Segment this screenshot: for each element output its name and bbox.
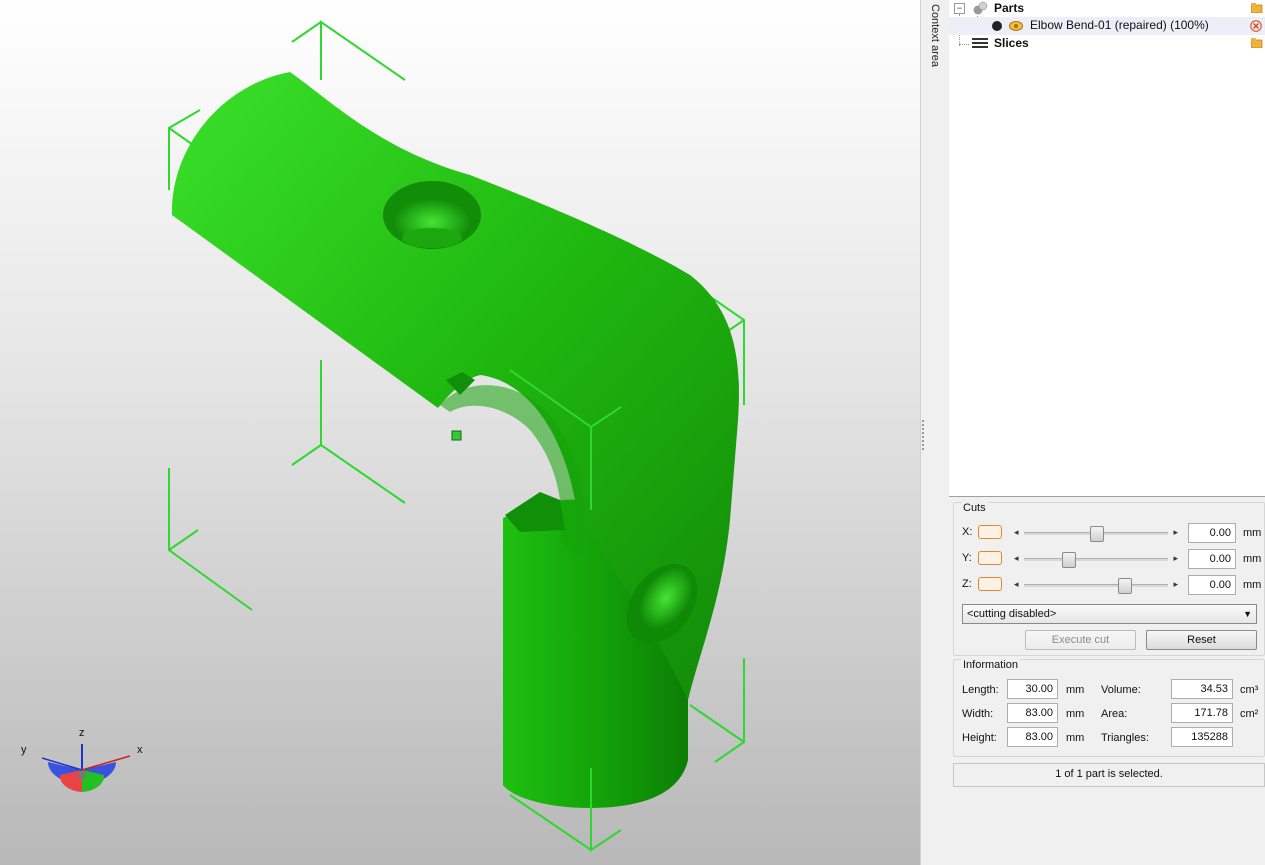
chevron-down-icon: ▼	[1243, 609, 1252, 619]
width-unit: mm	[1066, 708, 1085, 720]
cut-y-unit: mm	[1243, 553, 1262, 565]
cut-x-unit: mm	[1243, 527, 1262, 539]
cut-axis-label: X:	[962, 526, 973, 538]
area-unit: cm²	[1240, 708, 1259, 720]
part-color-dot	[992, 21, 1002, 31]
height-label: Height:	[962, 732, 997, 744]
slider-thumb[interactable]	[1090, 526, 1104, 542]
tree-item-parts[interactable]: − Parts	[949, 0, 1265, 18]
area-value: 171.78	[1171, 703, 1233, 723]
information-group: Information Length: 30.00 mm Width: 83.0…	[953, 659, 1265, 757]
cut-row-z: Z: ◂ ▸ 0.00 mm	[954, 574, 1264, 596]
cut-x-slider[interactable]: ◂ ▸	[1012, 524, 1180, 542]
cut-z-slider[interactable]: ◂ ▸	[1012, 576, 1180, 594]
cutting-mode-select[interactable]: <cutting disabled> ▼	[962, 604, 1257, 624]
tree-item-slices[interactable]: Slices	[949, 35, 1265, 53]
width-label: Width:	[962, 708, 994, 720]
axis-label-z: z	[79, 727, 85, 739]
slices-icon	[972, 38, 988, 48]
tree-item-part[interactable]: Elbow Bend-01 (repaired) (100%)	[949, 17, 1265, 35]
collapse-icon[interactable]: −	[954, 3, 965, 14]
context-area-label: Context area	[929, 4, 941, 67]
cuts-title: Cuts	[961, 502, 988, 514]
cut-x-value[interactable]: 0.00	[1188, 523, 1236, 543]
right-panel: − Parts Elbow Bend-01 (repaired) (100%)	[949, 0, 1265, 865]
selection-status: 1 of 1 part is selected.	[953, 763, 1265, 787]
volume-label: Volume:	[1101, 684, 1141, 696]
cut-y-slider[interactable]: ◂ ▸	[1012, 550, 1180, 568]
scene-canvas[interactable]	[0, 0, 920, 865]
tree-label-parts: Parts	[994, 1, 1025, 15]
volume-unit: cm³	[1240, 684, 1259, 696]
cut-x-toggle[interactable]	[978, 525, 1002, 539]
execute-cut-button[interactable]: Execute cut	[1025, 630, 1136, 650]
parts-tree[interactable]: − Parts Elbow Bend-01 (repaired) (100%)	[949, 0, 1265, 497]
height-value: 83.00	[1007, 727, 1058, 747]
cut-row-x: X: ◂ ▸ 0.00 mm	[954, 522, 1264, 544]
cuts-group: Cuts X: ◂ ▸ 0.00 mm Y: ◂ ▸ 0.00 mm Z: ◂ ▸	[953, 502, 1265, 656]
folder-open-icon[interactable]	[1251, 3, 1263, 13]
parts-icon	[973, 1, 988, 15]
splitter-handle[interactable]	[922, 420, 927, 450]
area-label: Area:	[1101, 708, 1128, 720]
axes-gizmo	[41, 744, 131, 792]
triangles-label: Triangles:	[1101, 732, 1149, 744]
information-title: Information	[961, 659, 1021, 671]
length-unit: mm	[1066, 684, 1085, 696]
volume-value: 34.53	[1171, 679, 1233, 699]
length-label: Length:	[962, 684, 999, 696]
cutting-mode-value: <cutting disabled>	[967, 608, 1057, 620]
cut-y-value[interactable]: 0.00	[1188, 549, 1236, 569]
cut-axis-label: Y:	[962, 552, 972, 564]
part-name: Elbow Bend-01 (repaired) (100%)	[1030, 18, 1209, 32]
length-value: 30.00	[1007, 679, 1058, 699]
remove-part-icon[interactable]	[1250, 20, 1262, 32]
axis-label-y: y	[21, 744, 27, 756]
cut-y-toggle[interactable]	[978, 551, 1002, 565]
folder-open-icon[interactable]	[1251, 38, 1263, 48]
cut-z-toggle[interactable]	[978, 577, 1002, 591]
eye-icon[interactable]	[1009, 20, 1023, 32]
width-value: 83.00	[1007, 703, 1058, 723]
rotation-pivot-marker	[451, 430, 462, 441]
slider-thumb[interactable]	[1117, 578, 1132, 594]
3d-viewport[interactable]: z y x	[0, 0, 920, 865]
triangles-value: 135288	[1171, 727, 1233, 747]
cut-z-value[interactable]: 0.00	[1188, 575, 1236, 595]
reset-button[interactable]: Reset	[1146, 630, 1257, 650]
slider-thumb[interactable]	[1062, 552, 1077, 568]
cut-z-unit: mm	[1243, 579, 1262, 591]
cut-axis-label: Z:	[962, 578, 972, 590]
axis-label-x: x	[137, 744, 143, 756]
height-unit: mm	[1066, 732, 1085, 744]
tree-label-slices: Slices	[994, 36, 1029, 50]
cut-row-y: Y: ◂ ▸ 0.00 mm	[954, 548, 1264, 570]
